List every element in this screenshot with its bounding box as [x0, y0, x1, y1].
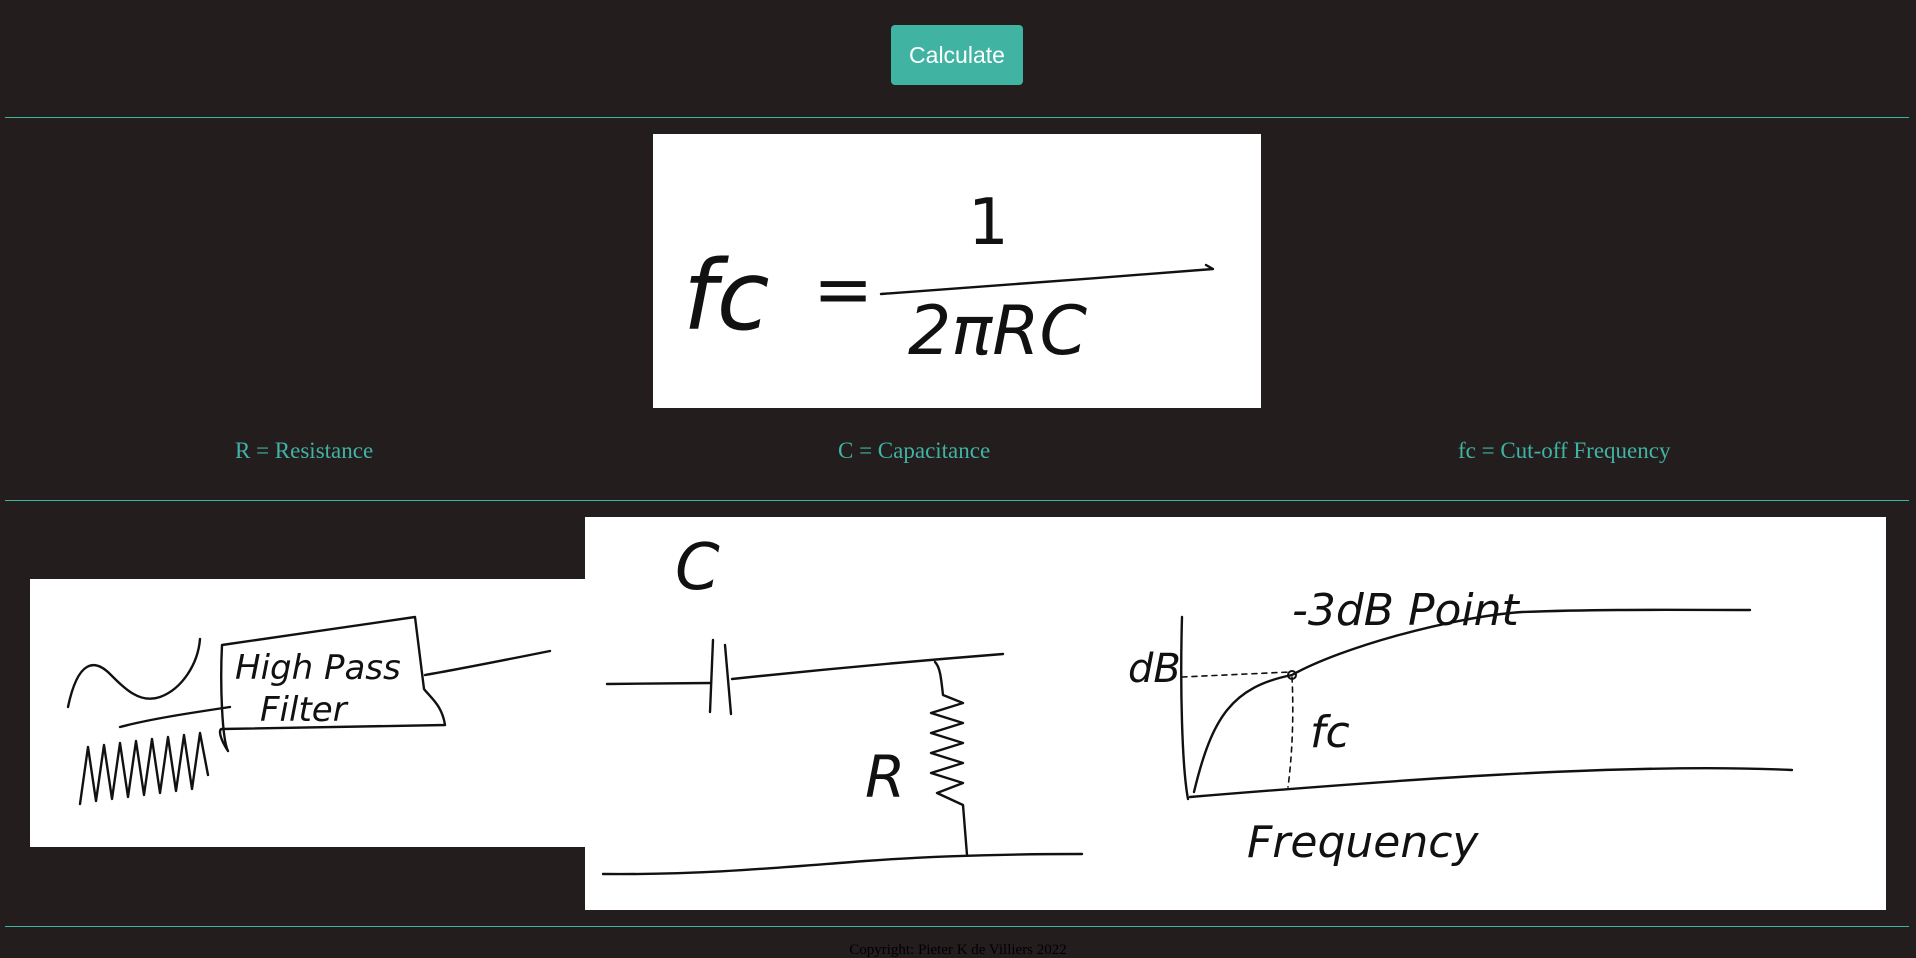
cutoff-guide — [1287, 676, 1294, 788]
y-axis — [1180, 615, 1190, 801]
formula-image: fc = 1 2πRC — [653, 134, 1261, 408]
filter-label-line2: Filter — [260, 690, 349, 730]
formula-sketch: fc = 1 2πRC — [683, 186, 1215, 371]
db-axis-label: dB — [1128, 646, 1181, 692]
calculate-button[interactable]: Calculate — [891, 25, 1023, 85]
formula-equals: = — [813, 247, 873, 331]
formula-denominator: 2πRC — [908, 292, 1087, 371]
response-curve — [1192, 608, 1752, 794]
legend-cutoff-frequency: fc = Cut-off Frequency — [1458, 438, 1671, 463]
input-wire — [118, 705, 232, 729]
output-wire — [423, 649, 552, 677]
high-pass-sketch: High Pass Filter — [66, 615, 552, 806]
high-pass-filter-image: High Pass Filter — [30, 579, 585, 847]
formula-numerator: 1 — [968, 186, 1009, 260]
divider-middle — [5, 500, 1909, 501]
legend-capacitance: C = Capacitance — [838, 438, 991, 463]
ground-wire — [601, 852, 1084, 876]
low-frequency-wave — [66, 637, 202, 709]
copyright-text: Copyright: Pieter K de Villiers 2022 — [849, 942, 1067, 958]
frequency-response-image: dB -3dB Point fc Frequency — [1122, 517, 1886, 910]
formula-lhs: fc — [683, 240, 770, 352]
divider-top — [5, 117, 1909, 118]
divider-bottom — [5, 926, 1909, 927]
resistor-label: R — [865, 743, 905, 811]
fc-label: fc — [1310, 707, 1350, 758]
x-axis — [1188, 766, 1794, 799]
capacitor-label: C — [675, 531, 720, 605]
input-wire — [605, 681, 713, 686]
filter-label-line1: High Pass — [235, 648, 401, 688]
capacitor-plate-right — [723, 643, 733, 716]
rc-circuit-image: C R — [585, 517, 1122, 910]
capacitor-plate-left — [708, 638, 715, 714]
frequency-response-sketch: dB -3dB Point fc Frequency — [1128, 585, 1794, 868]
resistor-symbol — [929, 660, 969, 857]
minus-3db-guide — [1181, 671, 1291, 678]
frequency-axis-label: Frequency — [1247, 817, 1479, 868]
legend-resistance: R = Resistance — [235, 438, 374, 463]
top-wire — [730, 652, 1005, 681]
fraction-line — [879, 263, 1215, 296]
rc-circuit-sketch: C R — [601, 531, 1084, 876]
high-frequency-wave — [78, 731, 210, 806]
minus-3db-point-label: -3dB Point — [1292, 585, 1521, 636]
